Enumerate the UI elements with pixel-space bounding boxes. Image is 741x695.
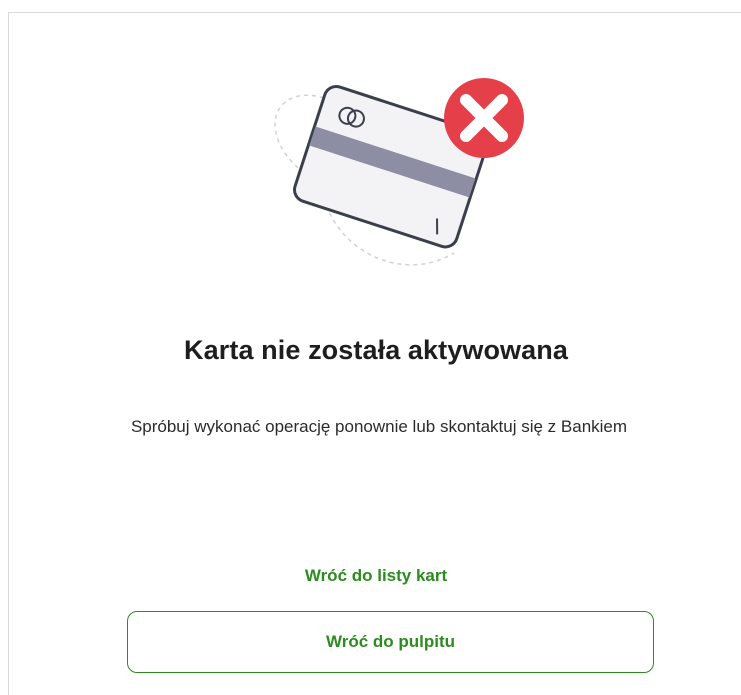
close-icon (444, 78, 524, 158)
result-panel: Karta nie została aktywowana Spróbuj wyk… (8, 12, 741, 695)
back-to-cards-link[interactable]: Wróć do listy kart (305, 566, 447, 585)
error-message: Spróbuj wykonać operację ponownie lub sk… (130, 417, 628, 436)
back-to-cards-link-wrapper: Wróć do listy kart (9, 566, 741, 586)
back-to-dashboard-button[interactable]: Wróć do pulpitu (127, 611, 654, 673)
page: Karta nie została aktywowana Spróbuj wyk… (0, 0, 741, 695)
card-error-illustration (274, 78, 524, 266)
page-title: Karta nie została aktywowana (184, 335, 568, 365)
